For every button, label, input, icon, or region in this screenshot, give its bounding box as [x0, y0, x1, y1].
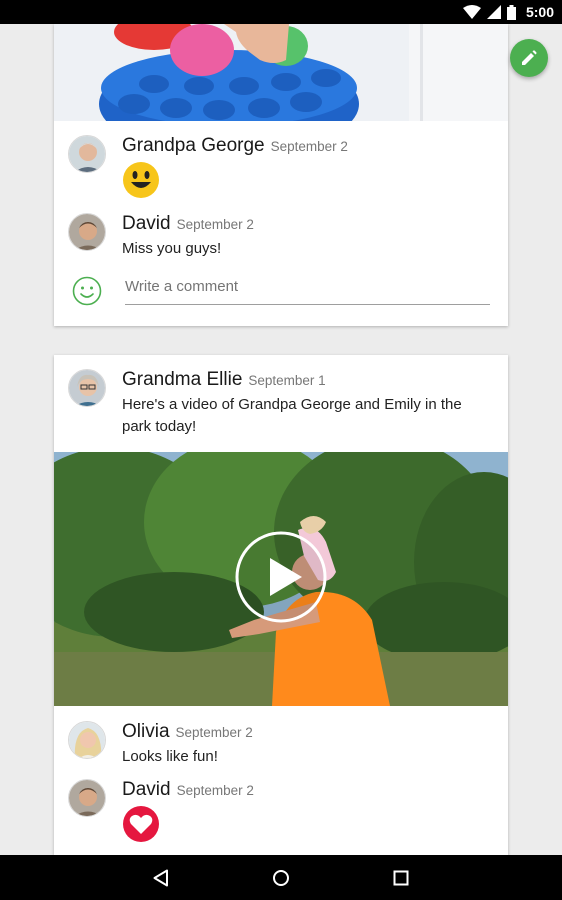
post-author[interactable]: Grandma Ellie: [122, 369, 242, 390]
comment: Olivia September 2 Looks like fun!: [68, 721, 494, 771]
post-header: Grandma Ellie September 1 Here's a video …: [68, 369, 494, 449]
play-icon[interactable]: [234, 530, 328, 624]
comment-date: September 2: [175, 725, 253, 740]
comment-composer: [68, 271, 490, 311]
comment: David September 2: [68, 779, 494, 849]
battery-icon: [506, 4, 516, 20]
wifi-icon: [462, 5, 481, 19]
comment-input[interactable]: [125, 275, 490, 305]
home-button[interactable]: [270, 867, 292, 889]
post-card: Grandma Ellie September 1 Here's a video …: [54, 355, 508, 855]
status-icons: 5:00: [462, 3, 554, 21]
comment-date: September 2: [176, 783, 254, 798]
back-button[interactable]: [150, 867, 172, 889]
comment: Grandpa George September 2: [68, 135, 494, 205]
cell-signal-icon: [486, 5, 501, 19]
avatar[interactable]: [68, 369, 106, 407]
heart-emoji-icon: [123, 806, 159, 842]
comment-author[interactable]: Olivia: [122, 721, 170, 742]
status-time: 5:00: [525, 4, 554, 20]
comment-author[interactable]: David: [122, 213, 171, 234]
comment-text: Looks like fun!: [122, 748, 218, 765]
status-bar: 5:00: [0, 0, 562, 24]
post-video[interactable]: [54, 452, 508, 706]
recents-icon: [393, 870, 409, 886]
avatar[interactable]: [68, 135, 106, 173]
emoji-picker-icon[interactable]: [72, 276, 102, 306]
smiley-emoji-icon: [123, 162, 159, 198]
post-date: September 1: [248, 373, 326, 388]
post-card: Grandpa George September 2 David September…: [54, 24, 508, 326]
compose-fab[interactable]: [510, 39, 548, 77]
home-icon: [273, 870, 289, 886]
post-text: Here's a video of Grandpa George and Emi…: [122, 396, 462, 435]
post-photo[interactable]: [54, 24, 508, 121]
comment-date: September 2: [270, 139, 348, 154]
avatar[interactable]: [68, 779, 106, 817]
comment: David September 2 Miss you guys!: [68, 213, 494, 263]
comment-date: September 2: [176, 217, 254, 232]
navigation-bar: [0, 855, 562, 900]
avatar[interactable]: [68, 213, 106, 251]
avatar[interactable]: [68, 721, 106, 759]
pencil-icon: [522, 50, 537, 65]
back-icon: [153, 869, 168, 887]
comment-author[interactable]: David: [122, 779, 171, 800]
comment-author[interactable]: Grandpa George: [122, 135, 265, 156]
recents-button[interactable]: [390, 867, 412, 889]
comment-text: Miss you guys!: [122, 240, 222, 257]
